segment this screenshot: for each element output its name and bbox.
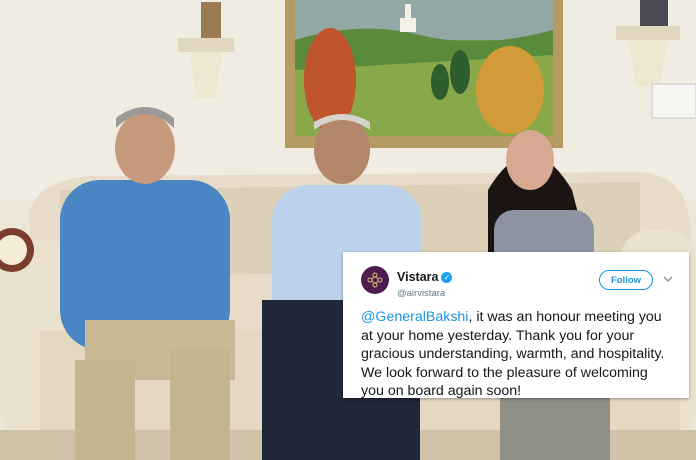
chevron-down-icon[interactable]	[663, 274, 673, 284]
tweet-text: @GeneralBakshi, it was an honour meeting…	[361, 308, 673, 401]
tweet-card: Vistara ✓ @airvistara Follow @GeneralBaks…	[343, 252, 689, 401]
vistara-logo-icon[interactable]	[361, 266, 389, 294]
vistara-logo-mark	[367, 272, 383, 288]
verified-badge-icon: ✓	[441, 272, 453, 283]
tweet-author[interactable]: Vistara ✓ @airvistara	[397, 268, 453, 299]
display-name[interactable]: Vistara	[397, 270, 438, 284]
tweet-header: Vistara ✓ @airvistara Follow	[361, 266, 673, 302]
follow-button[interactable]: Follow	[599, 270, 653, 290]
user-handle[interactable]: @airvistara	[397, 288, 452, 299]
mention-link[interactable]: @GeneralBakshi	[361, 309, 468, 325]
